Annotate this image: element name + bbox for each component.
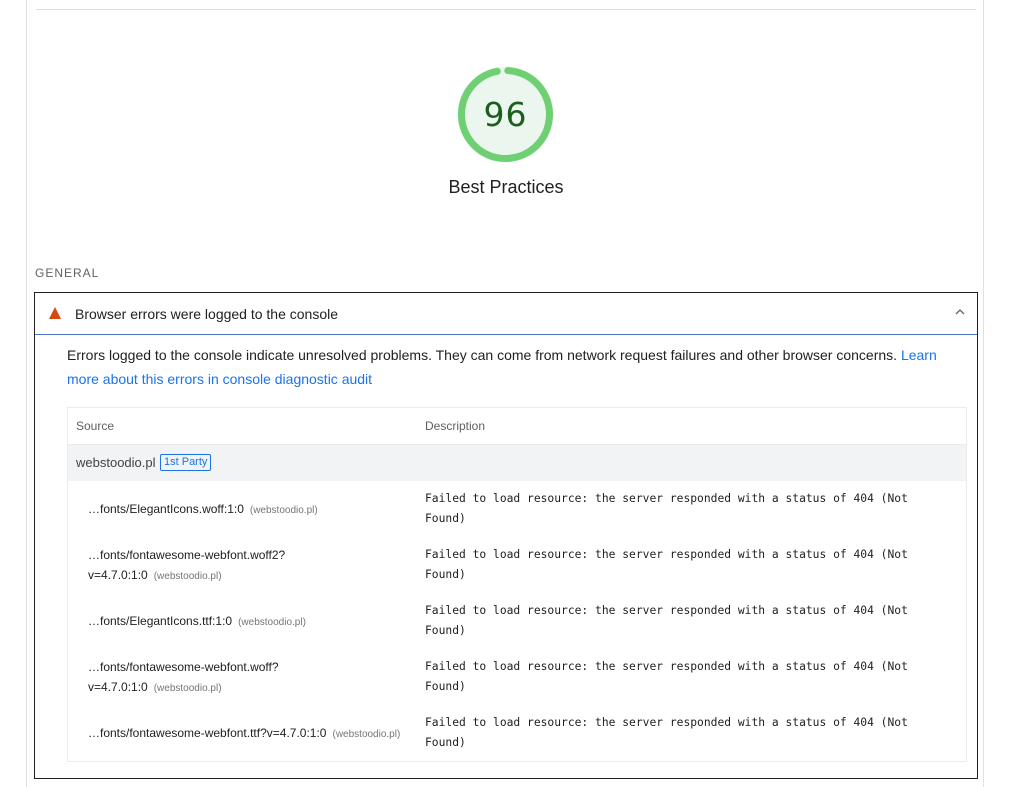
audit-title: Browser errors were logged to the consol… xyxy=(75,306,339,322)
table-row: …fonts/fontawesome-webfont.ttf?v=4.7.0:1… xyxy=(68,705,966,761)
source-url: …fonts/fontawesome-webfont.woff2? xyxy=(88,548,286,562)
audit-panel: Browser errors were logged to the consol… xyxy=(34,292,978,779)
entity-name: webstoodio.pl xyxy=(76,455,156,470)
table-row: …fonts/ElegantIcons.ttf:1:0 (webstoodio.p… xyxy=(68,593,966,649)
first-party-badge: 1st Party xyxy=(160,454,212,471)
error-message: Failed to load resource: the server resp… xyxy=(425,604,908,637)
divider xyxy=(36,9,976,10)
source-host: (webstoodio.pl) xyxy=(153,683,222,694)
header-source: Source xyxy=(76,419,115,433)
details-table: Source Description webstoodio.pl 1st Par… xyxy=(67,407,967,762)
audit-group-title: GENERAL xyxy=(35,266,100,280)
audit-description: Errors logged to the console indicate un… xyxy=(67,343,947,391)
source-host: (webstoodio.pl) xyxy=(238,617,306,628)
report-page: 96 Best Practices GENERAL Browser errors… xyxy=(0,0,1011,787)
table-row: …fonts/fontawesome-webfont.woff? v=4.7.0… xyxy=(68,649,966,705)
source-host: (webstoodio.pl) xyxy=(332,729,401,740)
source-cell[interactable]: …fonts/ElegantIcons.ttf:1:0 (webstoodio.p… xyxy=(88,611,418,633)
error-message: Failed to load resource: the server resp… xyxy=(425,492,908,525)
description-text: Errors logged to the console indicate un… xyxy=(67,347,901,363)
source-url: …fonts/ElegantIcons.ttf:1:0 xyxy=(88,614,233,628)
category-title: Best Practices xyxy=(448,177,564,197)
source-host: (webstoodio.pl) xyxy=(249,505,318,516)
error-message: Failed to load resource: the server resp… xyxy=(425,716,908,749)
table-row: …fonts/ElegantIcons.woff:1:0 (webstoodio.… xyxy=(68,481,966,537)
fail-triangle-icon xyxy=(49,307,61,319)
table-header: Source Description xyxy=(68,408,966,445)
table-row: …fonts/fontawesome-webfont.woff2? v=4.7.… xyxy=(68,537,966,593)
source-host: (webstoodio.pl) xyxy=(153,571,222,582)
source-url-cont: v=4.7.0:1:0 xyxy=(88,680,148,694)
source-url: …fonts/ElegantIcons.woff:1:0 xyxy=(88,502,244,516)
source-cell[interactable]: …fonts/ElegantIcons.woff:1:0 (webstoodio.… xyxy=(88,499,418,521)
score-gauge[interactable]: 96 xyxy=(455,64,556,165)
entity-group-row: webstoodio.pl 1st Party xyxy=(68,445,966,481)
source-url: …fonts/fontawesome-webfont.ttf?v=4.7.0:1… xyxy=(88,726,327,740)
source-cell[interactable]: …fonts/fontawesome-webfont.woff2? v=4.7.… xyxy=(88,545,418,587)
error-message: Failed to load resource: the server resp… xyxy=(425,548,908,581)
chevron-up-icon[interactable] xyxy=(953,306,967,320)
score-value: 96 xyxy=(483,95,528,134)
header-description: Description xyxy=(425,419,486,433)
source-url: …fonts/fontawesome-webfont.woff? xyxy=(88,660,279,674)
error-message: Failed to load resource: the server resp… xyxy=(425,660,908,693)
source-cell[interactable]: …fonts/fontawesome-webfont.woff? v=4.7.0… xyxy=(88,657,418,699)
source-cell[interactable]: …fonts/fontawesome-webfont.ttf?v=4.7.0:1… xyxy=(88,723,418,745)
source-url-cont: v=4.7.0:1:0 xyxy=(88,568,148,582)
audit-header[interactable]: Browser errors were logged to the consol… xyxy=(35,293,977,335)
